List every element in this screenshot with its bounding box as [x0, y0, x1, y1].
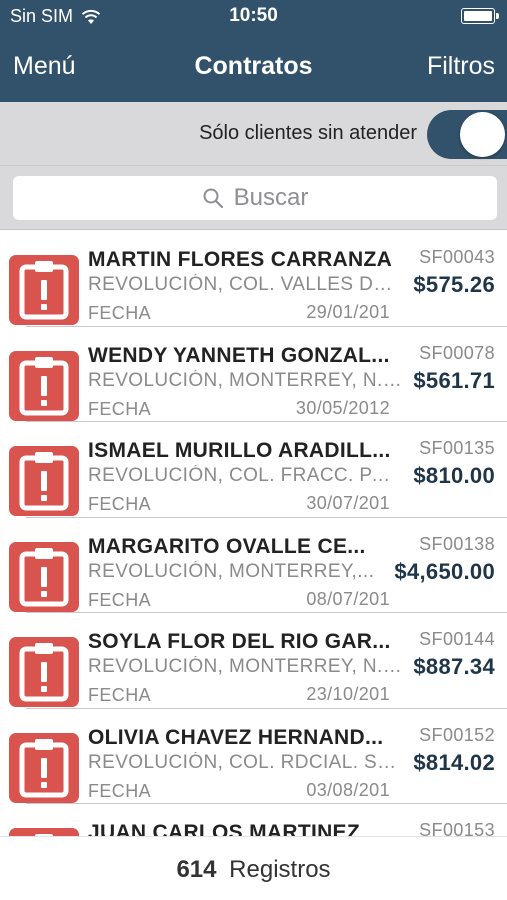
alert-icon-badge	[9, 350, 79, 421]
search-input[interactable]: Buscar	[13, 176, 497, 220]
date-value: 23/10/201	[306, 684, 390, 704]
alert-icon-badge	[9, 828, 79, 836]
client-name: JUAN CARLOS MARTINEZ	[88, 821, 360, 836]
contract-row[interactable]: WENDY YANNETH GONZAL... REVOLUCIÓN, MONTE…	[0, 327, 507, 422]
clipboard-alert-icon	[19, 356, 69, 415]
date-label: FECHA	[88, 303, 152, 323]
date-value: 30/07/201	[306, 493, 390, 513]
contract-amount: $887.34	[413, 654, 495, 679]
menu-button[interactable]: Menú	[13, 52, 76, 81]
contract-row[interactable]: OLIVIA CHAVEZ HERNAND... REVOLUCIÓN, COL.…	[0, 709, 507, 804]
client-name: ISMAEL MURILLO ARADILL...	[88, 439, 391, 462]
date-label: FECHA	[88, 589, 152, 610]
unattended-toggle[interactable]	[427, 110, 507, 159]
date-label: FECHA	[88, 780, 152, 801]
records-count: 614	[176, 856, 217, 883]
contract-amount: $814.02	[413, 749, 495, 775]
clock: 10:50	[229, 5, 278, 26]
date-value: 08/07/201	[306, 588, 390, 609]
client-name: MARTIN FLORES CARRANZA	[88, 248, 393, 271]
contract-amount: $4,650.00	[394, 558, 495, 584]
toggle-knob	[460, 112, 505, 157]
contract-amount: $810.00	[413, 463, 495, 488]
client-address: REVOLUCIÓN, COL. VALLES DE...	[88, 274, 403, 295]
contract-row[interactable]: JUAN CARLOS MARTINEZ SF00153	[0, 804, 507, 836]
filter-row: Sólo clientes sin atender	[0, 102, 507, 166]
client-address: REVOLUCIÓN, MONTERREY,...	[88, 560, 375, 582]
alert-icon-badge	[9, 732, 79, 803]
clipboard-alert-icon	[19, 643, 69, 702]
header: Sin SIM 10:50 Menú Contratos Filtros	[0, 0, 507, 102]
client-name: MARGARITO OVALLE CE...	[88, 534, 366, 558]
filters-button[interactable]: Filtros	[427, 52, 495, 81]
clipboard-alert-icon	[35, 834, 53, 836]
footer: 614 Registros	[0, 836, 507, 900]
date-value: 29/01/201	[306, 302, 390, 322]
client-name: SOYLA FLOR DEL RIO GAR...	[88, 630, 391, 653]
search-row: Buscar	[0, 166, 507, 230]
client-address: REVOLUCIÓN, MONTERREY, N.L...	[88, 369, 403, 391]
client-address: REVOLUCIÓN, COL. FRACC. PAS...	[88, 465, 403, 486]
contract-code: SF00138	[419, 533, 495, 554]
contracts-list[interactable]: MARTIN FLORES CARRANZA REVOLUCIÓN, COL. V…	[0, 231, 507, 836]
clipboard-alert-icon	[19, 261, 69, 320]
date-value: 03/08/201	[306, 779, 390, 800]
contract-code: SF00135	[419, 438, 495, 458]
client-address: REVOLUCIÓN, MONTERREY, N.L...	[88, 656, 403, 677]
contract-code: SF00078	[419, 342, 495, 363]
battery-icon	[461, 8, 499, 24]
alert-icon-badge	[9, 446, 79, 516]
contract-row[interactable]: SOYLA FLOR DEL RIO GAR... REVOLUCIÓN, MON…	[0, 613, 507, 709]
client-name: WENDY YANNETH GONZAL...	[88, 343, 390, 367]
records-label: Registros	[229, 856, 331, 883]
clipboard-alert-icon	[19, 452, 69, 511]
clipboard-alert-icon	[19, 738, 69, 797]
search-placeholder: Buscar	[233, 184, 309, 211]
contract-code: SF00153	[419, 820, 495, 836]
clipboard-alert-icon	[19, 547, 69, 606]
alert-icon-badge	[9, 541, 79, 612]
nav-bar: Menú Contratos Filtros	[0, 34, 507, 102]
contract-row[interactable]: MARGARITO OVALLE CE... REVOLUCIÓN, MONTER…	[0, 518, 507, 613]
status-bar: Sin SIM 10:50	[0, 0, 507, 34]
contract-amount: $575.26	[413, 272, 495, 297]
contract-code: SF00043	[419, 247, 495, 267]
contract-row[interactable]: MARTIN FLORES CARRANZA REVOLUCIÓN, COL. V…	[0, 231, 507, 327]
filter-label: Sólo clientes sin atender	[199, 122, 417, 144]
contract-code: SF00144	[419, 629, 495, 649]
date-label: FECHA	[88, 685, 152, 705]
contract-row[interactable]: ISMAEL MURILLO ARADILL... REVOLUCIÓN, COL…	[0, 422, 507, 518]
client-address: REVOLUCIÓN, COL. RDCIAL. SA...	[88, 751, 403, 773]
alert-icon-badge	[9, 637, 79, 707]
date-label: FECHA	[88, 494, 152, 514]
client-name: OLIVIA CHAVEZ HERNAND...	[88, 725, 384, 749]
date-label: FECHA	[88, 398, 152, 419]
date-value: 30/05/2012	[295, 397, 390, 418]
contract-amount: $561.71	[413, 367, 495, 393]
contract-code: SF00152	[419, 724, 495, 745]
search-icon	[203, 188, 223, 209]
alert-icon-badge	[9, 255, 79, 325]
